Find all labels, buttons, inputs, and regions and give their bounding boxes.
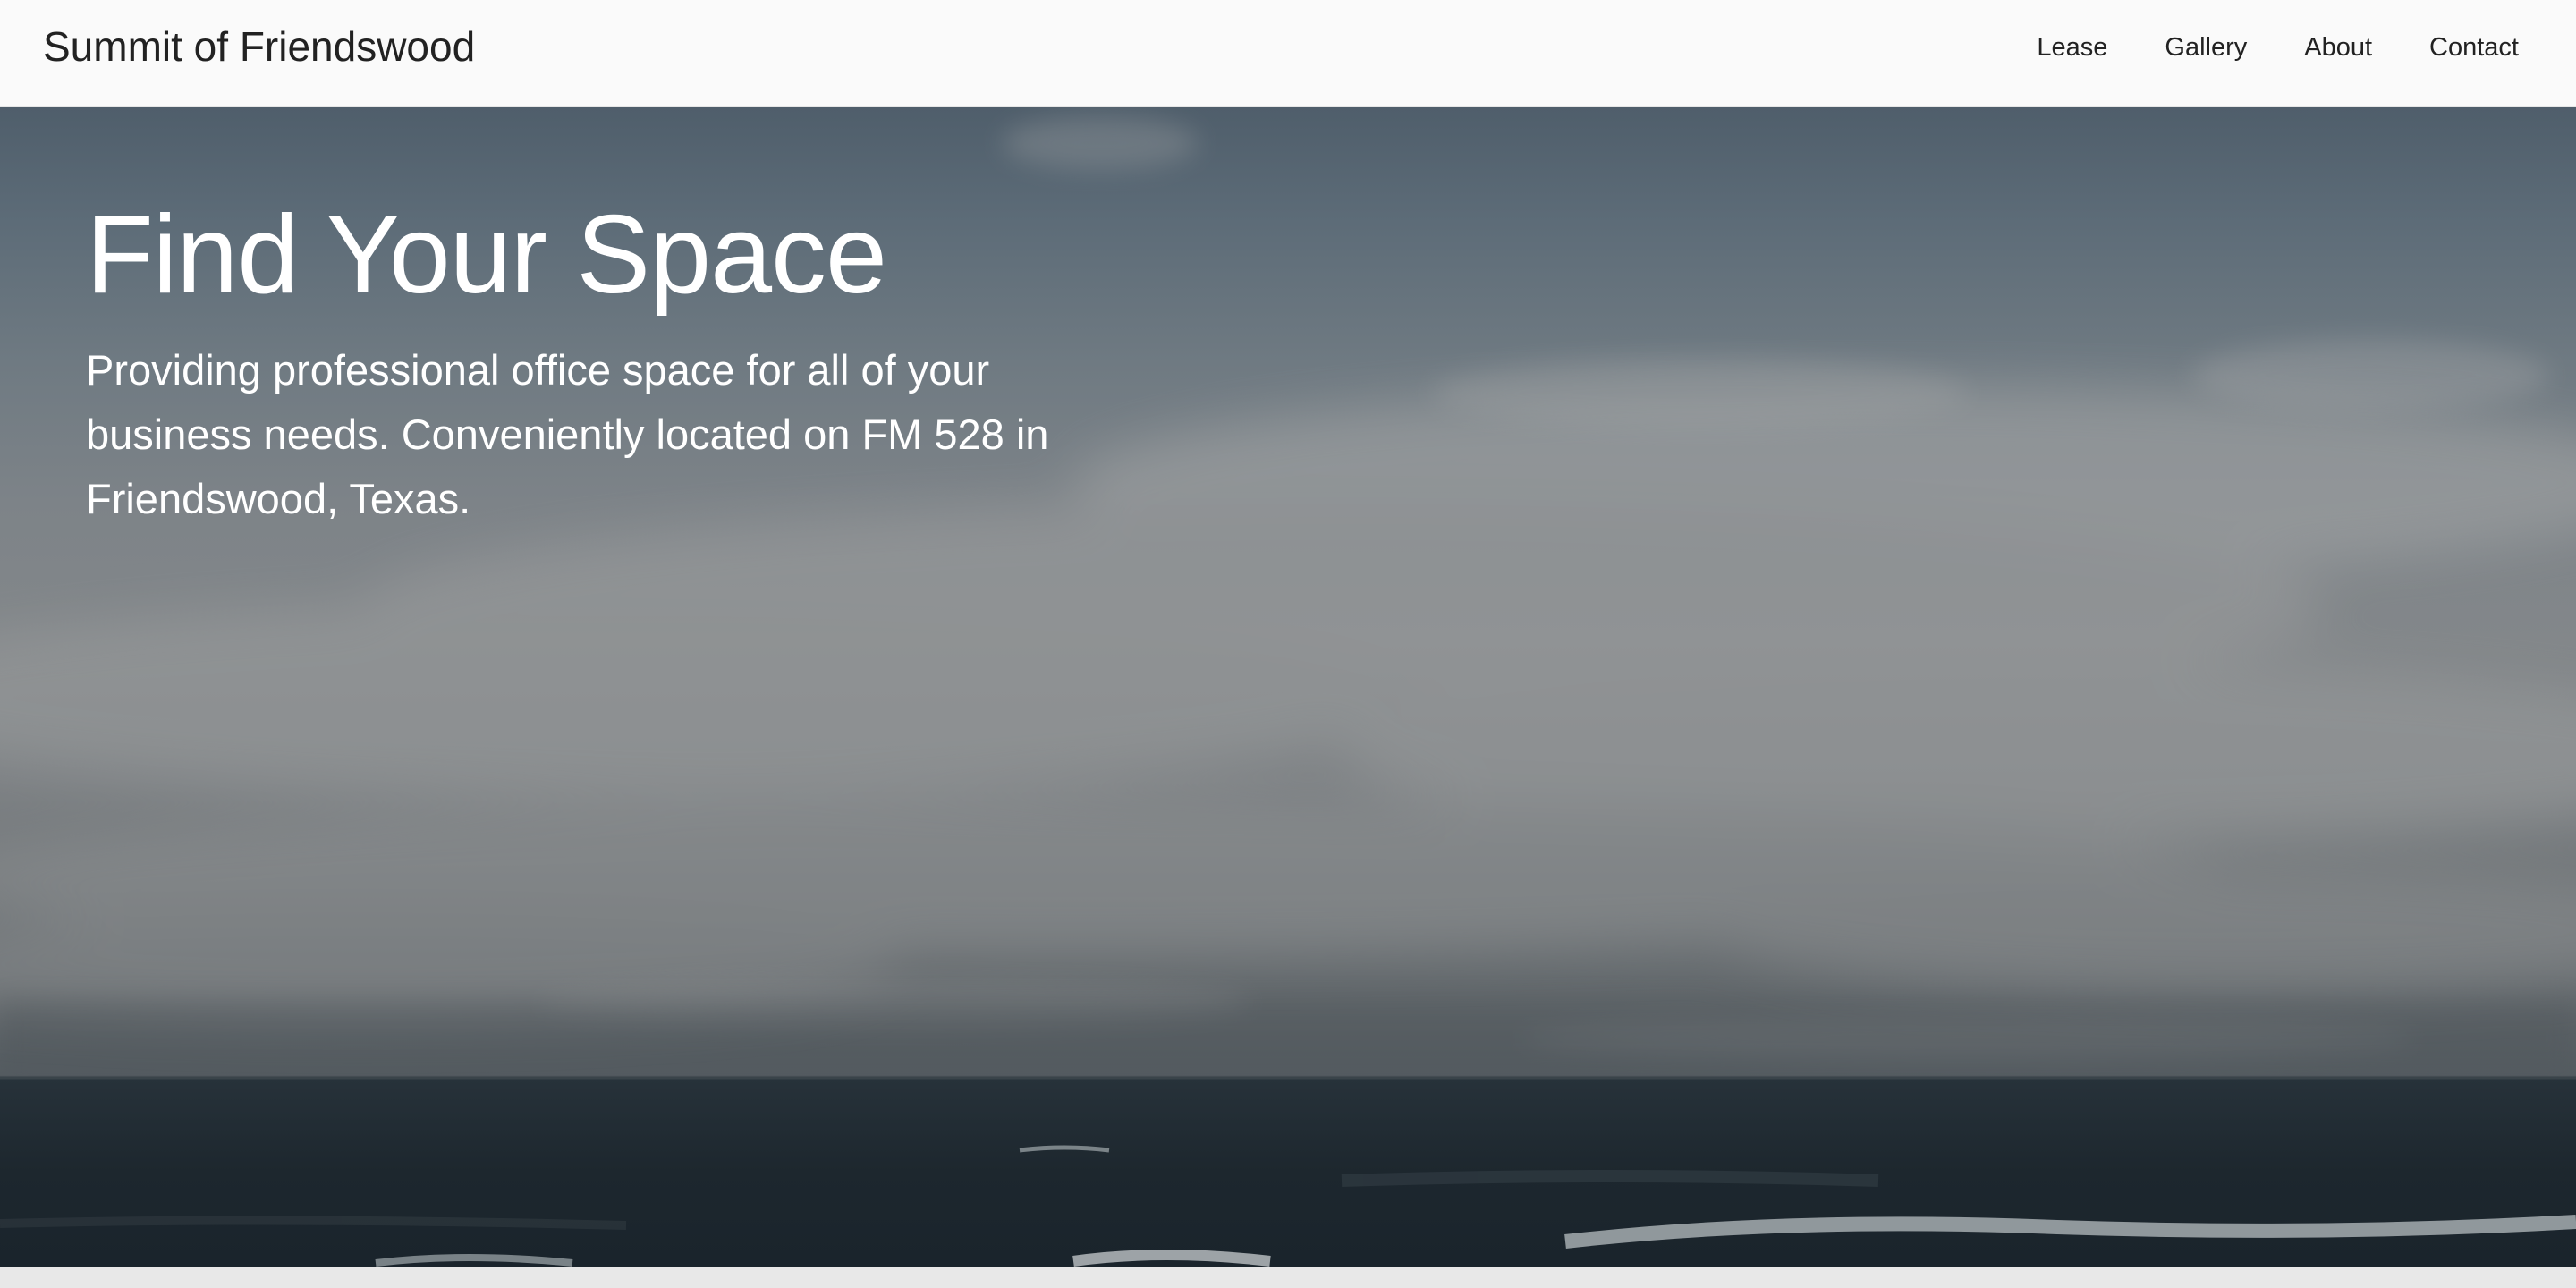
site-brand-link[interactable]: Summit of Friendswood	[43, 23, 475, 70]
hero-title: Find Your Space	[86, 193, 887, 317]
nav-link-about[interactable]: About	[2304, 33, 2372, 63]
nav-link-contact[interactable]: Contact	[2429, 33, 2519, 63]
hero-content: Find Your Space Providing professional o…	[86, 191, 1123, 531]
nav-link-lease[interactable]: Lease	[2037, 33, 2107, 63]
nav-link-gallery[interactable]: Gallery	[2165, 33, 2247, 63]
page: Summit of Friendswood Lease Gallery Abou…	[0, 0, 2576, 1288]
page-bottom-strip	[0, 1267, 2576, 1288]
main-nav: Lease Gallery About Contact	[1979, 0, 2519, 95]
hero-section: Find Your Space Providing professional o…	[0, 107, 2576, 1267]
site-header: Summit of Friendswood Lease Gallery Abou…	[0, 0, 2576, 106]
hero-subtitle: Providing professional office space for …	[86, 346, 1049, 522]
